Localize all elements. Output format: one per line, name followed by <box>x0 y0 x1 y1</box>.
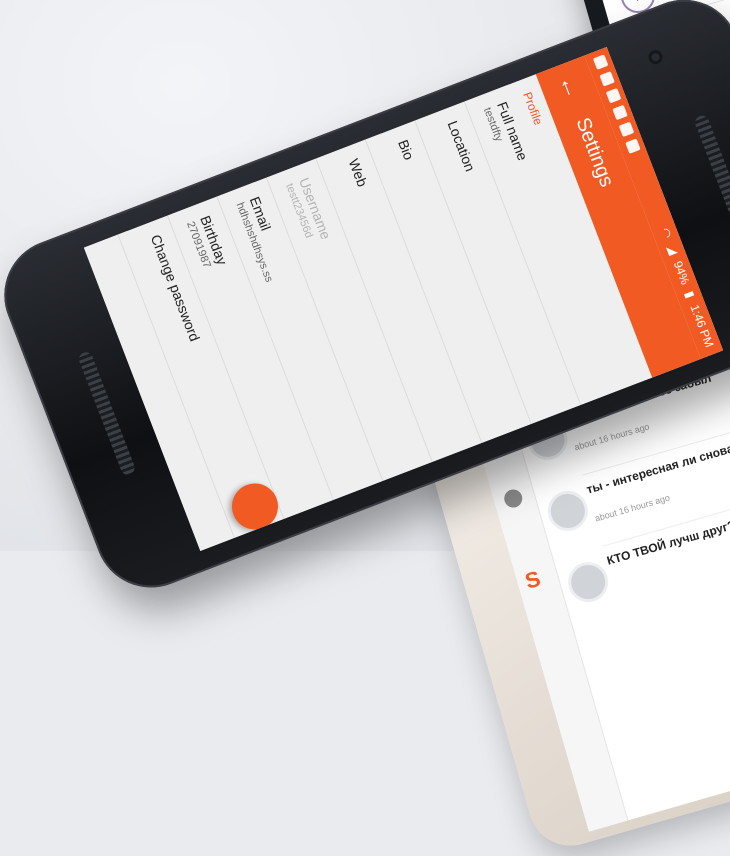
notification-icon <box>592 54 609 70</box>
notification-icon <box>625 138 641 154</box>
setting-title: Location <box>444 118 479 174</box>
page-title: Settings <box>571 114 618 191</box>
feed-item-time: about 16 hours ago <box>573 421 651 453</box>
wifi-icon: ◠ <box>657 225 675 241</box>
signal-icon: ◢ <box>664 242 681 257</box>
battery-icon: ▮ <box>682 288 698 301</box>
avatar <box>563 557 613 607</box>
notification-icon <box>618 121 635 138</box>
setting-title: Web <box>345 156 371 189</box>
feed-item-time: about 16 hours ago <box>593 492 671 524</box>
battery-level: 94% <box>670 259 693 287</box>
app-logo-icon: S <box>522 565 544 594</box>
notification-icon <box>605 87 622 104</box>
setting-title: Bio <box>395 137 418 163</box>
avatar <box>543 486 593 536</box>
notification-icon <box>612 104 628 121</box>
arrow-left-icon[interactable]: ← <box>551 70 588 103</box>
notification-icon <box>599 71 615 87</box>
gear-icon[interactable] <box>502 487 525 510</box>
